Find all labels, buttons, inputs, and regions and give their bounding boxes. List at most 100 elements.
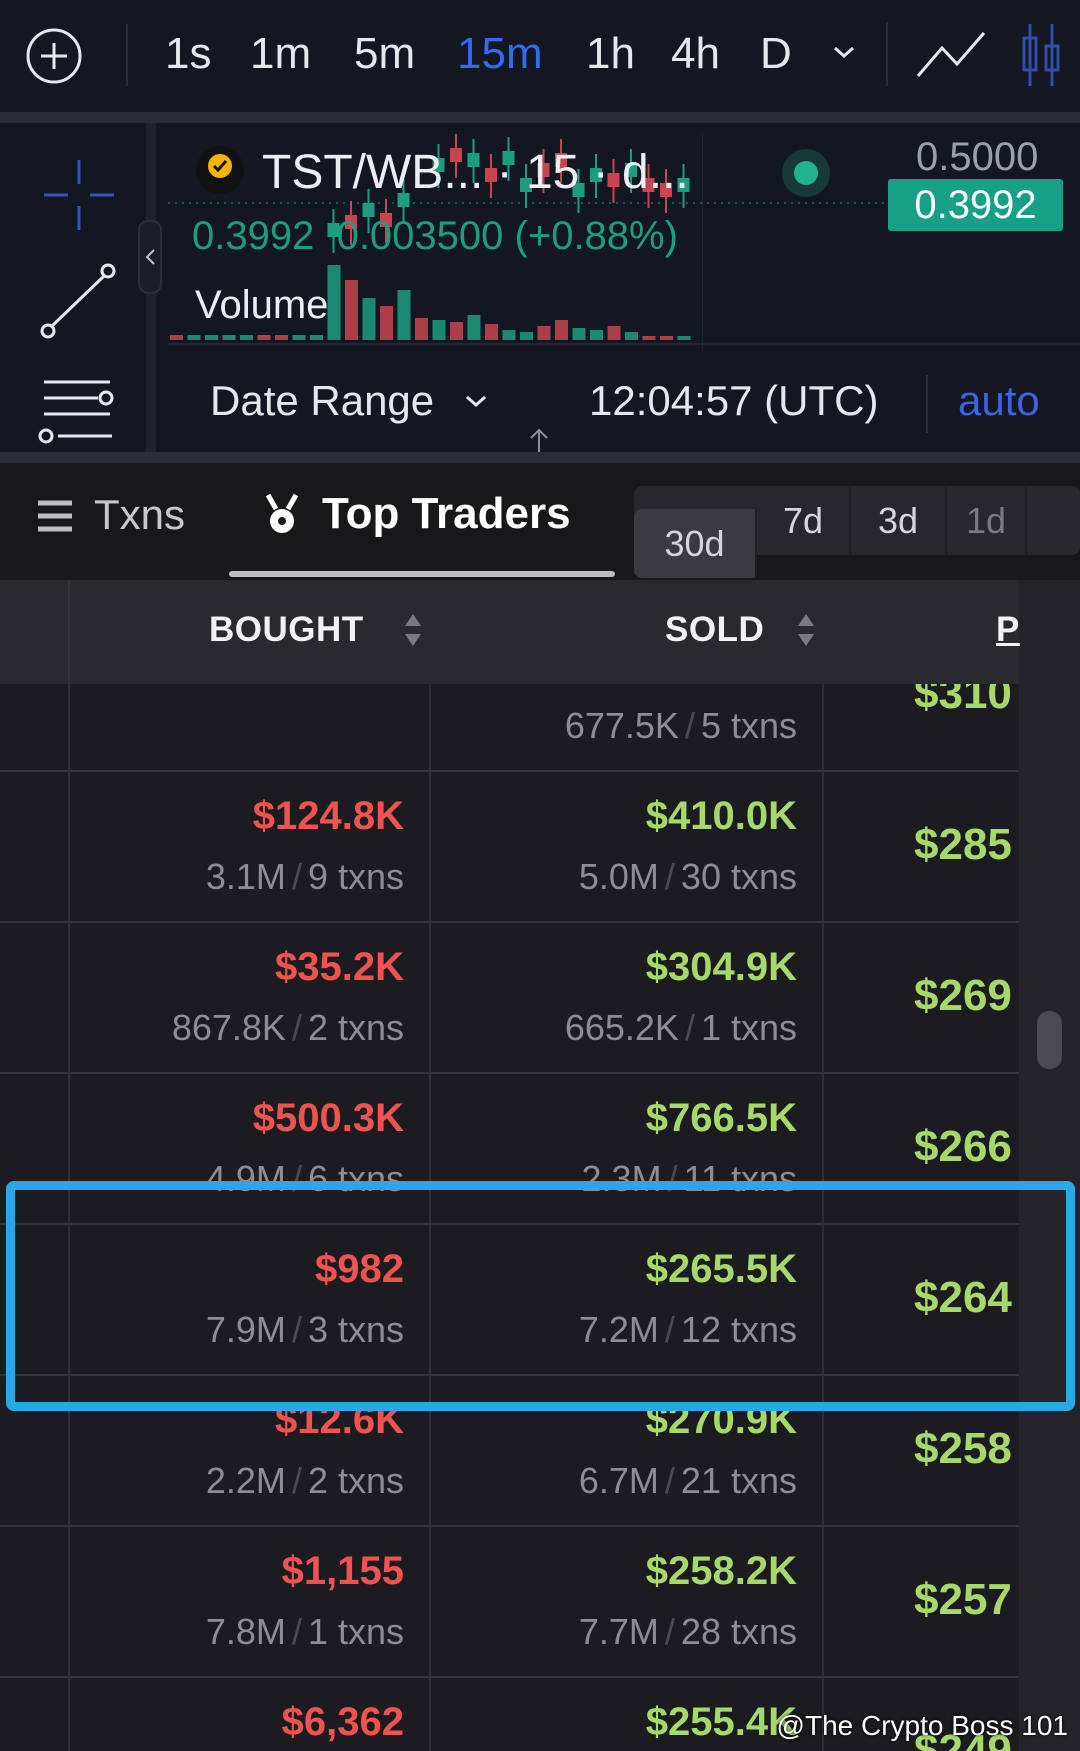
- sold-txns: 28 txns: [680, 1611, 797, 1652]
- volume-bar: [467, 315, 481, 340]
- trades-tabs: Txns Top Traders 30d 7d 3d 1d: [0, 463, 1080, 580]
- tab-top-traders[interactable]: Top Traders: [322, 489, 571, 539]
- sold-txns: 30 txns: [680, 856, 797, 897]
- column-divider: [68, 580, 70, 684]
- bought-value: $500.3K: [252, 1096, 404, 1140]
- volume-bar: [345, 280, 358, 340]
- period-1d[interactable]: 1d: [947, 486, 1027, 555]
- volume-bar: [380, 306, 393, 340]
- date-range-button[interactable]: Date Range: [210, 377, 434, 425]
- price-chart[interactable]: TST/WB... · 15 · d... 0.5000 0.3992 0.39…: [0, 123, 1080, 488]
- auto-scale-button[interactable]: auto: [958, 377, 1040, 425]
- header-bought[interactable]: BOUGHT: [209, 610, 364, 650]
- candlestick-icon[interactable]: [1020, 20, 1064, 90]
- volume-bar: [292, 335, 306, 340]
- sold-amount-txns: 677.5K/5 txns: [565, 705, 797, 747]
- timeframe-5m[interactable]: 5m: [354, 28, 415, 80]
- collapse-toolbar-button[interactable]: [138, 220, 162, 294]
- volume-bar: [625, 332, 638, 340]
- divider: [926, 375, 928, 433]
- price-axis-label: 0.5000: [916, 135, 1039, 179]
- chevron-down-icon[interactable]: [464, 393, 488, 409]
- bought-amount-txns: 867.8K/2 txns: [172, 1007, 404, 1049]
- divider: [0, 112, 1080, 123]
- sold-amount-txns: 5.0M/30 txns: [579, 856, 797, 898]
- volume-bar: [327, 265, 341, 340]
- chart-symbol: TST/WB... · 15 · d...: [262, 146, 689, 199]
- trend-line-icon[interactable]: [40, 263, 116, 339]
- chevron-down-icon[interactable]: [832, 44, 856, 60]
- bought-txns: 1 txns: [307, 1611, 404, 1652]
- timeframe-1m[interactable]: 1m: [250, 28, 311, 80]
- separator: /: [291, 1460, 302, 1501]
- sold-amount-txns: 6.7M/21 txns: [579, 1460, 797, 1502]
- volume-bar: [362, 298, 376, 340]
- period-7d[interactable]: 7d: [757, 486, 851, 555]
- ohlc-readout: 0.3992 0.003500 (+0.88%): [192, 214, 678, 258]
- separator: /: [291, 1611, 302, 1652]
- volume-bar: [607, 326, 621, 340]
- sold-amount: 5.0M: [578, 856, 659, 897]
- chevron-left-icon: [145, 249, 155, 265]
- add-indicator-icon[interactable]: [25, 27, 83, 85]
- volume-bar: [432, 320, 446, 340]
- timeframe-1s[interactable]: 1s: [165, 28, 211, 80]
- live-status-dot: [782, 149, 830, 197]
- volume-bar: [170, 335, 183, 340]
- tab-txns[interactable]: Txns: [94, 491, 185, 539]
- sort-icon[interactable]: [796, 608, 816, 652]
- volume-bar: [502, 330, 516, 340]
- pnl-value: $269: [914, 971, 1012, 1020]
- bought-amount-txns: 2.2M/2 txns: [206, 1460, 404, 1502]
- crosshair-icon[interactable]: [42, 158, 116, 232]
- sold-amount: 6.7M: [578, 1460, 659, 1501]
- token-logo: [196, 146, 244, 194]
- timeframe-4h[interactable]: 4h: [671, 28, 720, 80]
- divider: [886, 22, 888, 86]
- indicator-settings-icon[interactable]: [38, 378, 118, 444]
- timeframe-15m[interactable]: 15m: [457, 28, 543, 80]
- timeframe-1h[interactable]: 1h: [586, 28, 635, 80]
- period-selector: 30d 7d 3d 1d: [634, 486, 1080, 578]
- volume-bar: [397, 290, 411, 340]
- timeframe-d[interactable]: D: [760, 28, 792, 80]
- medal-icon: [265, 493, 299, 533]
- bought-amount: 3.1M: [205, 856, 286, 897]
- sold-value: $766.5K: [645, 1096, 797, 1140]
- volume-bar: [275, 335, 288, 340]
- line-chart-icon[interactable]: [915, 28, 987, 80]
- scrollbar-thumb[interactable]: [1037, 1011, 1062, 1069]
- header-sold[interactable]: SOLD: [665, 610, 764, 650]
- table-header: BOUGHT SOLD P: [0, 580, 1019, 684]
- header-pnl[interactable]: P: [996, 610, 1020, 650]
- drawing-toolbar: [0, 123, 162, 452]
- separator: /: [684, 705, 695, 746]
- bought-value: $124.8K: [252, 794, 404, 838]
- separator: /: [291, 856, 302, 897]
- table-row[interactable]: $1,155 7.8M/1 txns $258.2K 7.7M/28 txns $257: [0, 1527, 1019, 1678]
- period-30d[interactable]: 30d: [634, 509, 757, 578]
- volume-label: Volume: [195, 283, 329, 327]
- sold-amount-txns: 7.7M/28 txns: [579, 1611, 797, 1653]
- current-price-badge: 0.3992: [888, 179, 1063, 231]
- separator: /: [664, 1460, 675, 1501]
- volume-bar: [520, 332, 533, 340]
- table-row[interactable]: $35.2K 867.8K/2 txns $304.9K 665.2K/1 txns $…: [0, 923, 1019, 1074]
- bought-txns: 2 txns: [307, 1007, 404, 1048]
- volume-bar: [485, 324, 498, 340]
- sort-icon[interactable]: [403, 608, 423, 652]
- table-row[interactable]: $124.8K 3.1M/9 txns $410.0K 5.0M/30 txns $28…: [0, 772, 1019, 923]
- volume-bar: [310, 335, 323, 340]
- bought-value: $35.2K: [275, 945, 404, 989]
- volume-bar: [677, 336, 691, 340]
- period-3d[interactable]: 3d: [851, 486, 947, 555]
- bought-txns: 2 txns: [307, 1460, 404, 1501]
- sold-amount-txns: 665.2K/1 txns: [565, 1007, 797, 1049]
- active-tab-indicator: [229, 571, 615, 577]
- volume-bar: [660, 336, 673, 340]
- separator: /: [664, 856, 675, 897]
- scrollbar-track[interactable]: [1019, 580, 1080, 1751]
- separator: /: [684, 1007, 695, 1048]
- bought-amount-txns: 7.8M/1 txns: [206, 1611, 404, 1653]
- bought-amount: 2.2M: [205, 1460, 286, 1501]
